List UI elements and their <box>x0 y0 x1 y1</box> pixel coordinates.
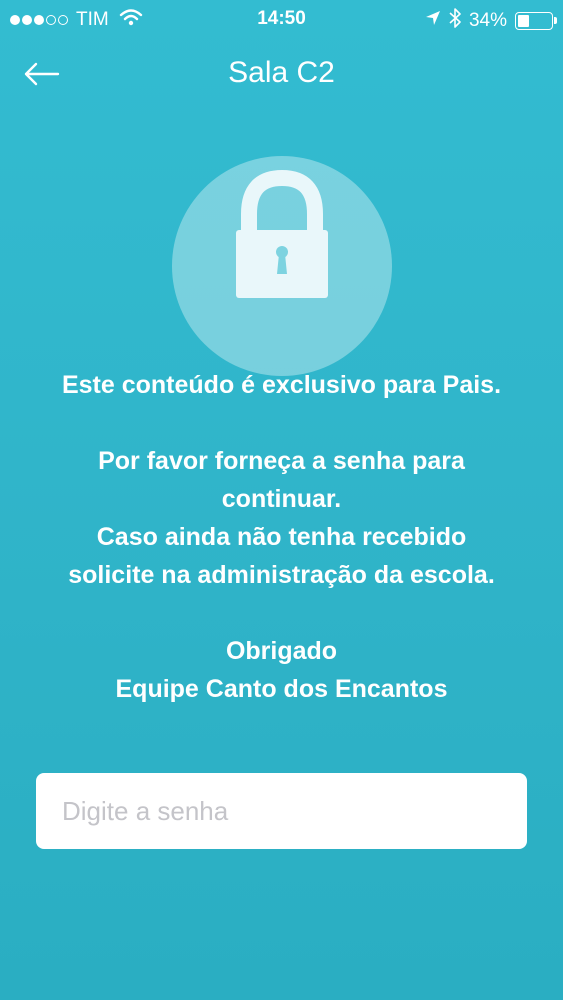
signature-line: Equipe Canto dos Encantos <box>115 675 448 703</box>
status-right: 34% <box>425 8 557 34</box>
lock-badge <box>172 156 392 376</box>
access-message: Este conteúdo é exclusivo para Pais. Por… <box>0 366 563 708</box>
navigation-bar: Sala C2 <box>0 40 563 110</box>
exclusive-notice: Este conteúdo é exclusivo para Pais. <box>61 371 502 399</box>
password-input[interactable] <box>36 773 527 849</box>
battery-tip <box>554 17 557 24</box>
thanks-line: Obrigado <box>225 637 338 665</box>
instruction-line: Caso ainda não tenha recebido <box>96 523 467 551</box>
bluetooth-icon <box>449 8 461 34</box>
battery-level <box>518 15 529 27</box>
instruction-line: solicite na administração da escola. <box>68 561 495 589</box>
status-bar: TIM 14:50 34% <box>0 0 563 38</box>
battery-icon <box>515 12 557 30</box>
battery-percentage: 34% <box>468 10 507 31</box>
instruction-line: Por favor forneça a senha para <box>98 447 465 475</box>
lock-icon <box>236 169 328 298</box>
instruction-line: continuar. <box>221 485 342 513</box>
location-arrow-icon <box>425 10 441 32</box>
page-title: Sala C2 <box>228 56 335 89</box>
